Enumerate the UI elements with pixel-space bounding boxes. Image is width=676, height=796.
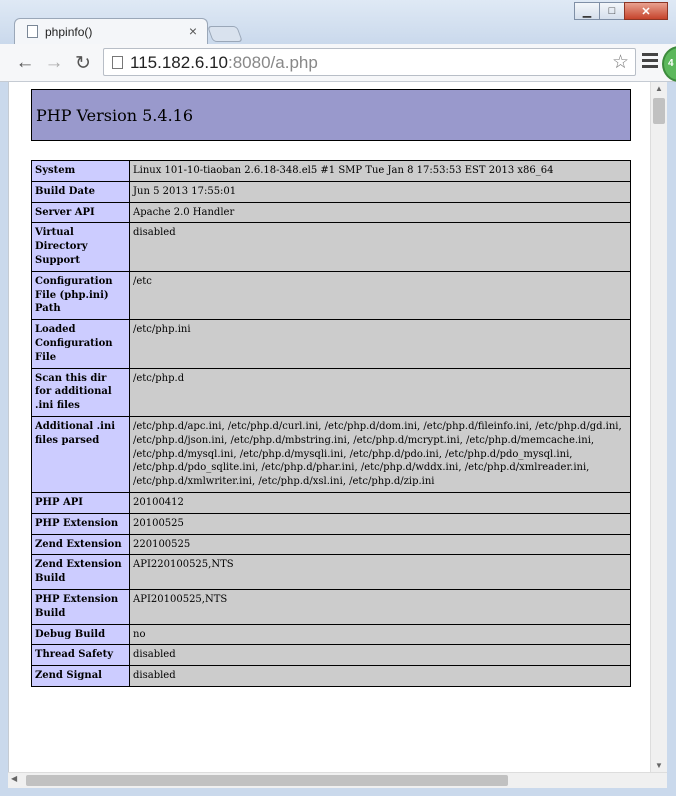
- row-value: disabled: [129, 222, 631, 272]
- table-row: PHP Extension 20100525: [31, 512, 631, 535]
- row-label: Loaded Configuration File: [31, 319, 130, 369]
- forward-arrow-icon[interactable]: →: [43, 52, 65, 74]
- row-value: /etc/php.ini: [129, 319, 631, 369]
- horizontal-scrollbar[interactable]: ◀: [8, 772, 667, 788]
- back-arrow-icon[interactable]: ←: [14, 52, 36, 74]
- row-value: Apache 2.0 Handler: [129, 201, 631, 224]
- row-value: Jun 5 2013 17:55:01: [129, 180, 631, 203]
- row-label: System: [31, 160, 130, 182]
- table-row: System Linux 101-10-tiaoban 2.6.18-348.el…: [31, 160, 631, 182]
- window-frame-bottom: [0, 788, 676, 796]
- row-label: Configuration File (php.ini) Path: [31, 270, 130, 321]
- row-label: Zend Extension: [31, 533, 130, 556]
- row-value: /etc/php.d: [129, 367, 631, 417]
- table-row: Scan this dir for additional .ini files /…: [31, 367, 631, 417]
- page-icon: [27, 25, 38, 38]
- table-row: Additional .ini files parsed/etc/php.d/a…: [31, 415, 631, 493]
- row-value: 20100412: [129, 491, 631, 514]
- window-controls: ▁ □ ✕: [574, 2, 668, 21]
- php-version-header: PHP Version 5.4.16: [31, 89, 631, 141]
- row-label: Build Date: [31, 180, 130, 203]
- scroll-up-arrow-icon[interactable]: ▲: [654, 84, 664, 93]
- row-value: API20100525,NTS: [129, 588, 631, 625]
- row-label: Server API: [31, 201, 130, 224]
- maximize-button[interactable]: □: [599, 2, 625, 20]
- scroll-left-arrow-icon[interactable]: ◀: [11, 774, 17, 783]
- row-value: disabled: [129, 644, 631, 667]
- table-row: Debug Build no: [31, 623, 631, 646]
- row-label: Scan this dir for additional .ini files: [31, 367, 130, 417]
- page-viewport: PHP Version 5.4.16 System Linux 101-10-ti…: [8, 82, 651, 772]
- row-value: 220100525: [129, 533, 631, 556]
- table-row: Virtual Directory Support disabled: [31, 222, 631, 272]
- table-row: Build Date Jun 5 2013 17:55:01: [31, 180, 631, 203]
- vertical-scrollbar[interactable]: ▲ ▼: [650, 82, 667, 772]
- table-row: Configuration File (php.ini) Path/etc: [31, 270, 631, 321]
- close-window-button[interactable]: ✕: [624, 2, 668, 20]
- tab-title: phpinfo(): [45, 25, 93, 39]
- row-label: PHP Extension Build: [31, 588, 130, 625]
- row-label: Zend Signal: [31, 665, 130, 687]
- url-host: 115.182.6.10: [130, 53, 228, 72]
- row-value: 20100525: [129, 512, 631, 535]
- new-tab-button[interactable]: [207, 26, 243, 42]
- table-row: Zend Signal disabled: [31, 665, 631, 687]
- row-label: Zend Extension Build: [31, 554, 130, 590]
- minimize-button[interactable]: ▁: [574, 2, 600, 20]
- table-row: Loaded Configuration File/etc/php.ini: [31, 319, 631, 369]
- row-value: no: [129, 623, 631, 646]
- info-table: System Linux 101-10-tiaoban 2.6.18-348.el…: [31, 160, 631, 687]
- url-text[interactable]: 115.182.6.10:8080/a.php: [130, 53, 318, 73]
- phpinfo-content: PHP Version 5.4.16 System Linux 101-10-ti…: [31, 89, 631, 687]
- row-value: disabled: [129, 665, 631, 687]
- row-label: PHP API: [31, 491, 130, 514]
- tab-phpinfo[interactable]: phpinfo() ×: [14, 18, 208, 45]
- row-label: PHP Extension: [31, 512, 130, 535]
- row-value: Linux 101-10-tiaoban 2.6.18-348.el5 #1 S…: [129, 160, 631, 182]
- reload-icon[interactable]: ↻: [72, 52, 94, 74]
- table-row: Zend Extension Build API220100525,NTS: [31, 554, 631, 590]
- row-label: Additional .ini files parsed: [31, 415, 130, 493]
- row-value: /etc: [129, 270, 631, 321]
- row-value: /etc/php.d/apc.ini, /etc/php.d/curl.ini,…: [129, 415, 631, 493]
- scroll-down-arrow-icon[interactable]: ▼: [654, 761, 664, 770]
- window-frame-right: [667, 82, 676, 788]
- bookmark-star-icon[interactable]: ☆: [612, 51, 629, 74]
- page-title: PHP Version 5.4.16: [36, 106, 194, 125]
- address-bar[interactable]: 115.182.6.10:8080/a.php ☆: [103, 48, 636, 76]
- table-row: PHP Extension Build API20100525,NTS: [31, 588, 631, 625]
- window-frame-left: [0, 82, 8, 788]
- table-row: Server API Apache 2.0 Handler: [31, 201, 631, 224]
- row-label: Debug Build: [31, 623, 130, 646]
- browser-toolbar: ← → ↻ 115.182.6.10:8080/a.php ☆: [0, 44, 676, 82]
- row-label: Virtual Directory Support: [31, 222, 130, 272]
- row-label: Thread Safety: [31, 644, 130, 667]
- url-path: :8080/a.php: [228, 53, 318, 72]
- close-icon[interactable]: ×: [189, 23, 197, 39]
- table-row: Thread Safety disabled: [31, 644, 631, 667]
- page-icon: [112, 56, 123, 69]
- vertical-scroll-thumb[interactable]: [653, 98, 665, 124]
- menu-icon[interactable]: [642, 53, 658, 71]
- table-row: Zend Extension 220100525: [31, 533, 631, 556]
- table-row: PHP API 20100412: [31, 491, 631, 514]
- window-titlebar: phpinfo() × ▁ □ ✕: [0, 0, 676, 45]
- horizontal-scroll-thumb[interactable]: [26, 775, 508, 786]
- row-value: API220100525,NTS: [129, 554, 631, 590]
